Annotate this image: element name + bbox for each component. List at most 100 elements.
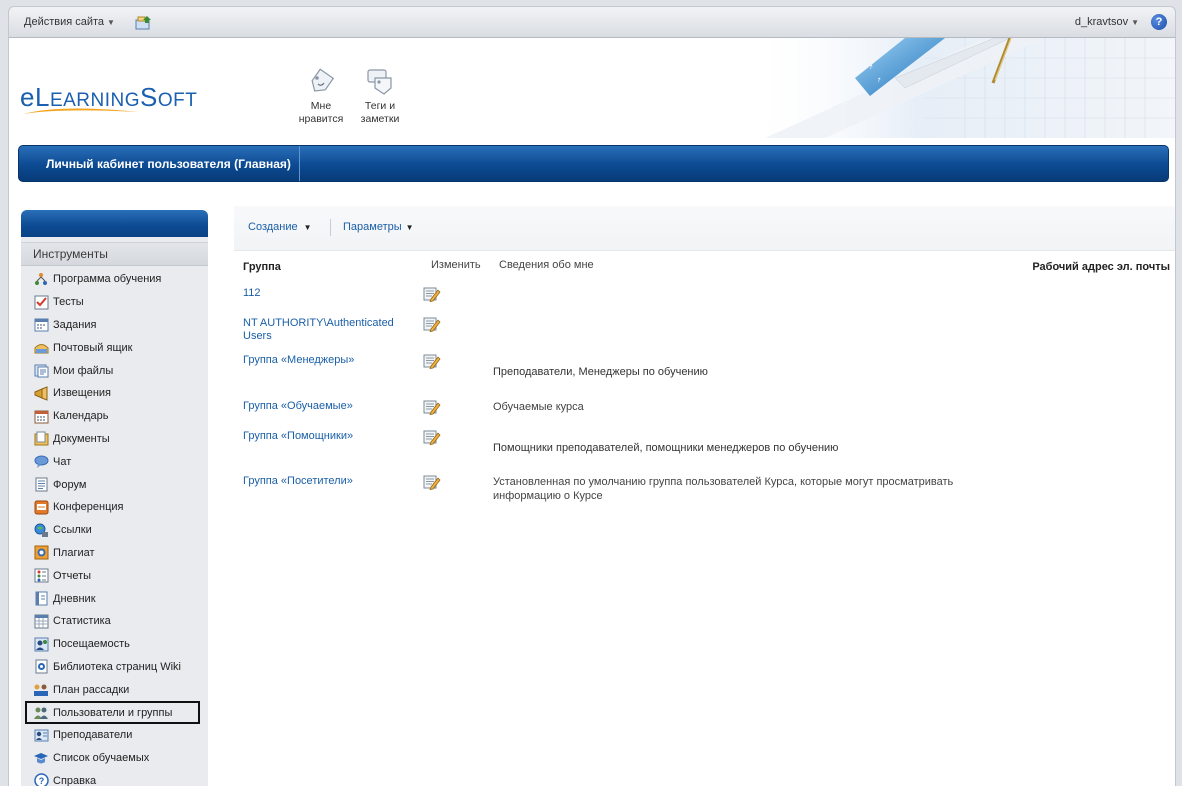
like-label-line-2: нравится xyxy=(298,113,344,125)
edit-icon[interactable] xyxy=(423,474,441,490)
nav-item-label: Преподаватели xyxy=(53,729,133,742)
nav-item-conference[interactable]: Конференция xyxy=(21,496,208,519)
nav-item-mailbox[interactable]: Почтовый ящик xyxy=(21,336,208,359)
page: ↗ ↗ eLEARNINGSOFT Мне нравится Теги и за… xyxy=(8,38,1176,786)
nav-item-label: Форум xyxy=(53,478,87,491)
edit-icon[interactable] xyxy=(423,399,441,415)
parameters-label: Параметры xyxy=(343,221,402,233)
logo-s: S xyxy=(140,82,158,112)
nav-item-label: План рассадки xyxy=(53,683,130,696)
group-link[interactable]: NT AUTHORITY\Authenticated Users xyxy=(243,317,403,343)
like-label-line-1: Мне xyxy=(310,100,332,112)
nav-item-help[interactable]: ? Справка xyxy=(21,770,208,786)
nav-item-label: Задания xyxy=(53,318,97,331)
group-description: Преподаватели, Менеджеры по обучению xyxy=(493,366,708,378)
page-title[interactable]: Личный кабинет пользователя (Главная) xyxy=(19,146,300,181)
documents-icon xyxy=(33,431,49,447)
group-link[interactable]: Группа «Обучаемые» xyxy=(243,400,403,413)
nav-item-tasks[interactable]: Задания xyxy=(21,314,208,337)
nav-item-label: Извещения xyxy=(53,387,112,400)
nav-item-statistics[interactable]: Статистика xyxy=(21,610,208,633)
group-link[interactable]: Группа «Посетители» xyxy=(243,475,403,488)
chat-icon xyxy=(33,454,49,470)
nav-item-reports[interactable]: Отчеты xyxy=(21,564,208,587)
nav-item-tests[interactable]: Тесты xyxy=(21,291,208,314)
main-content: Создание ▼ Параметры ▼ Группа Изменить Све… xyxy=(234,206,1175,786)
nav-item-documents[interactable]: Документы xyxy=(21,428,208,451)
nav-item-forum[interactable]: Форум xyxy=(21,473,208,496)
tags-notes-button[interactable]: Теги и заметки xyxy=(353,68,407,126)
chevron-down-icon: ▼ xyxy=(1131,18,1139,27)
edit-icon[interactable] xyxy=(423,286,441,302)
plagiarism-icon xyxy=(33,545,49,561)
students-icon xyxy=(33,750,49,766)
nav-item-calendar[interactable]: Календарь xyxy=(21,405,208,428)
files-icon xyxy=(33,363,49,379)
statistics-icon xyxy=(33,613,49,629)
nav-item-teachers[interactable]: Преподаватели xyxy=(21,724,208,747)
nav-item-label: Почтовый ящик xyxy=(53,341,133,354)
column-header-group[interactable]: Группа xyxy=(243,261,281,273)
edit-icon[interactable] xyxy=(423,316,441,332)
nav-item-chat[interactable]: Чат xyxy=(21,450,208,473)
diary-icon xyxy=(33,591,49,607)
forum-icon xyxy=(33,477,49,493)
tags-notes-icon xyxy=(367,69,392,95)
top-bar: Действия сайта ▼ d_kravtsov ▼ ? xyxy=(8,6,1176,38)
nav-item-label: Конференция xyxy=(53,501,124,514)
nav-item-announcements[interactable]: Извещения xyxy=(21,382,208,405)
nav-item-label: Ссылки xyxy=(53,524,92,537)
tags-label-line-2: заметки xyxy=(360,113,400,125)
group-link[interactable]: Группа «Помощники» xyxy=(243,430,403,443)
nav-item-wiki[interactable]: Библиотека страниц Wiki xyxy=(21,656,208,679)
wiki-icon xyxy=(33,659,49,675)
nav-item-program[interactable]: Программа обучения xyxy=(21,268,208,291)
navigate-up-icon[interactable] xyxy=(135,15,152,30)
create-menu-button[interactable]: Создание ▼ xyxy=(248,221,312,233)
nav-item-diary[interactable]: Дневник xyxy=(21,587,208,610)
calendar-icon xyxy=(33,408,49,424)
user-menu[interactable]: d_kravtsov ▼ xyxy=(1075,16,1139,28)
nav-item-links[interactable]: Ссылки xyxy=(21,519,208,542)
conference-icon xyxy=(33,499,49,515)
nav-item-label: Библиотека страниц Wiki xyxy=(53,660,181,673)
nav-item-label: Справка xyxy=(53,774,97,786)
toolbar-divider xyxy=(330,219,331,236)
help-icon[interactable]: ? xyxy=(1151,14,1167,30)
nav-item-label: Плагиат xyxy=(53,546,95,559)
nav-item-my-files[interactable]: Мои файлы xyxy=(21,359,208,382)
nav-item-label: Мои файлы xyxy=(53,364,114,377)
site-actions-menu[interactable]: Действия сайта ▼ xyxy=(24,16,115,28)
nav-item-users-groups[interactable]: Пользователи и группы xyxy=(25,701,200,724)
group-link[interactable]: Группа «Менеджеры» xyxy=(243,354,403,367)
logo-oft: OFT xyxy=(157,90,198,111)
column-header-email[interactable]: Рабочий адрес эл. почты xyxy=(1032,261,1170,273)
nav-item-label: Календарь xyxy=(53,410,109,423)
nav-item-label: Дневник xyxy=(53,592,96,605)
column-header-about[interactable]: Сведения обо мне xyxy=(499,259,594,271)
nav-item-students[interactable]: Список обучаемых xyxy=(21,747,208,770)
like-button[interactable]: Мне нравится xyxy=(295,68,347,126)
group-link[interactable]: 112 xyxy=(243,287,403,300)
create-label: Создание xyxy=(248,221,298,233)
edit-icon[interactable] xyxy=(423,429,441,445)
megaphone-icon xyxy=(33,385,49,401)
tags-label-line-1: Теги и xyxy=(364,100,396,112)
page-title-bar: Личный кабинет пользователя (Главная) xyxy=(18,145,1169,182)
nav-item-label: Тесты xyxy=(53,296,84,309)
nav-item-plagiarism[interactable]: Плагиат xyxy=(21,542,208,565)
nav-item-attendance[interactable]: Посещаемость xyxy=(21,633,208,656)
nav-item-label: Отчеты xyxy=(53,569,92,582)
edit-icon[interactable] xyxy=(423,353,441,369)
logo-swoosh xyxy=(23,108,139,114)
tree-icon xyxy=(33,271,49,287)
group-description: Обучаемые курса xyxy=(493,401,584,413)
nav-item-label: Пользователи и группы xyxy=(53,706,173,719)
header-decoration: ↗ ↗ xyxy=(745,38,1175,138)
parameters-menu-button[interactable]: Параметры ▼ xyxy=(343,221,414,233)
nav-item-label: Программа обучения xyxy=(53,273,162,286)
chevron-down-icon: ▼ xyxy=(107,18,115,27)
list-toolbar: Создание ▼ Параметры ▼ xyxy=(234,206,1175,251)
svg-text:?: ? xyxy=(38,776,44,786)
nav-item-seating[interactable]: План рассадки xyxy=(21,678,208,701)
